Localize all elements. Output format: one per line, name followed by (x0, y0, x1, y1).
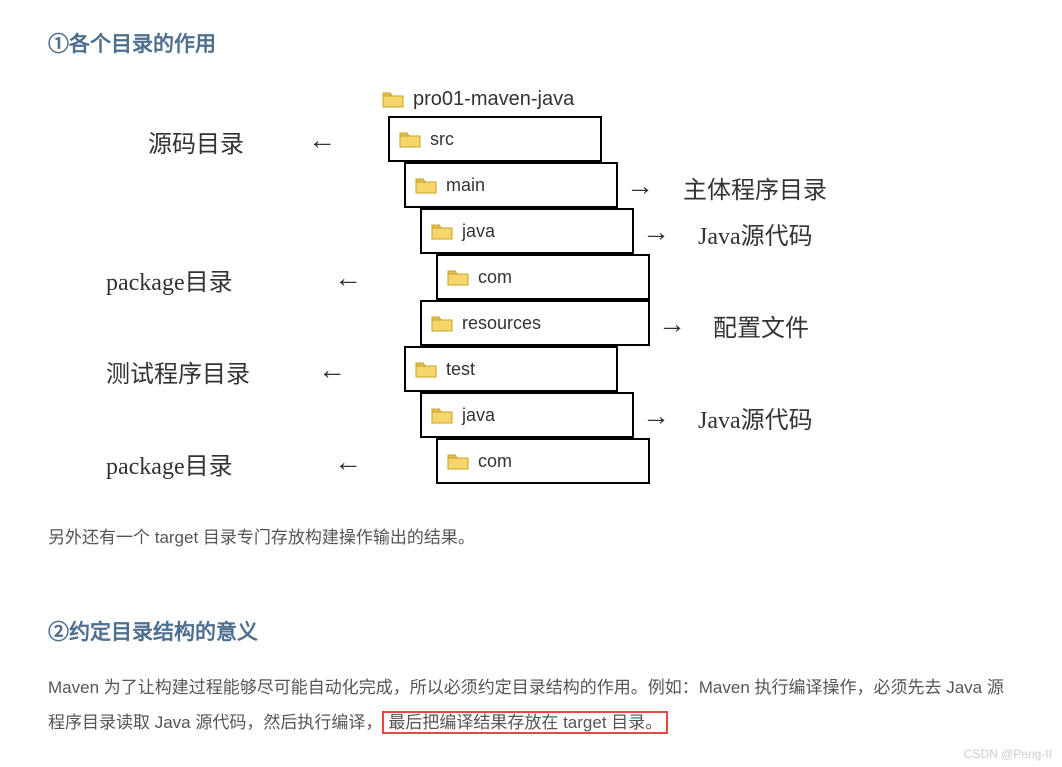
folder-icon (430, 405, 454, 425)
folder-icon (398, 129, 422, 149)
node-label: resources (462, 313, 541, 334)
node-test: test (404, 346, 618, 392)
folder-icon (430, 221, 454, 241)
folder-icon (446, 267, 470, 287)
node-label: pro01-maven-java (413, 88, 574, 111)
node-label: java (462, 221, 495, 242)
arrow-right-icon: → (642, 402, 670, 430)
label-src: 源码目录 (148, 124, 244, 159)
arrow-left-icon: ← (318, 356, 346, 384)
folder-icon (381, 89, 405, 109)
paragraph-target-note: 另外还有一个 target 目录专门存放构建操作输出的结果。 (48, 520, 1014, 556)
label-java: Java源代码 (698, 216, 813, 251)
label-pkg: package目录 (106, 262, 233, 297)
folder-icon (446, 451, 470, 471)
arrow-right-icon: → (642, 218, 670, 246)
node-java-test: java (420, 392, 634, 438)
section-heading-2: ②约定目录结构的意义 (48, 616, 1014, 646)
node-resources: resources (420, 300, 650, 346)
node-com-main: com (436, 254, 650, 300)
node-label: java (462, 405, 495, 426)
node-com-test: com (436, 438, 650, 484)
label-res: 配置文件 (713, 308, 809, 343)
node-label: test (446, 359, 475, 380)
label-java2: Java源代码 (698, 400, 813, 435)
watermark: CSDN @Peng-II (964, 747, 1052, 761)
highlighted-text: 最后把编译结果存放在 target 目录。 (382, 711, 668, 734)
arrow-left-icon: ← (334, 448, 362, 476)
node-src: src (388, 116, 602, 162)
label-test: 测试程序目录 (106, 354, 250, 389)
folder-icon (430, 313, 454, 333)
arrow-left-icon: ← (334, 264, 362, 292)
node-label: main (446, 175, 485, 196)
directory-diagram: pro01-maven-java src 源码目录 ← main → 主体程序目… (78, 76, 938, 496)
node-label: com (478, 451, 512, 472)
paragraph-explanation: Maven 为了让构建过程能够尽可能自动化完成，所以必须约定目录结构的作用。例如… (48, 670, 1014, 741)
node-java-main: java (420, 208, 634, 254)
node-main: main (404, 162, 618, 208)
arrow-right-icon: → (658, 310, 686, 338)
section-heading-1: ①各个目录的作用 (48, 28, 1014, 58)
node-label: com (478, 267, 512, 288)
folder-icon (414, 175, 438, 195)
arrow-right-icon: → (626, 172, 654, 200)
label-pkg2: package目录 (106, 446, 233, 481)
node-label: src (430, 129, 454, 150)
arrow-left-icon: ← (308, 126, 336, 154)
label-main: 主体程序目录 (683, 170, 827, 205)
folder-icon (414, 359, 438, 379)
